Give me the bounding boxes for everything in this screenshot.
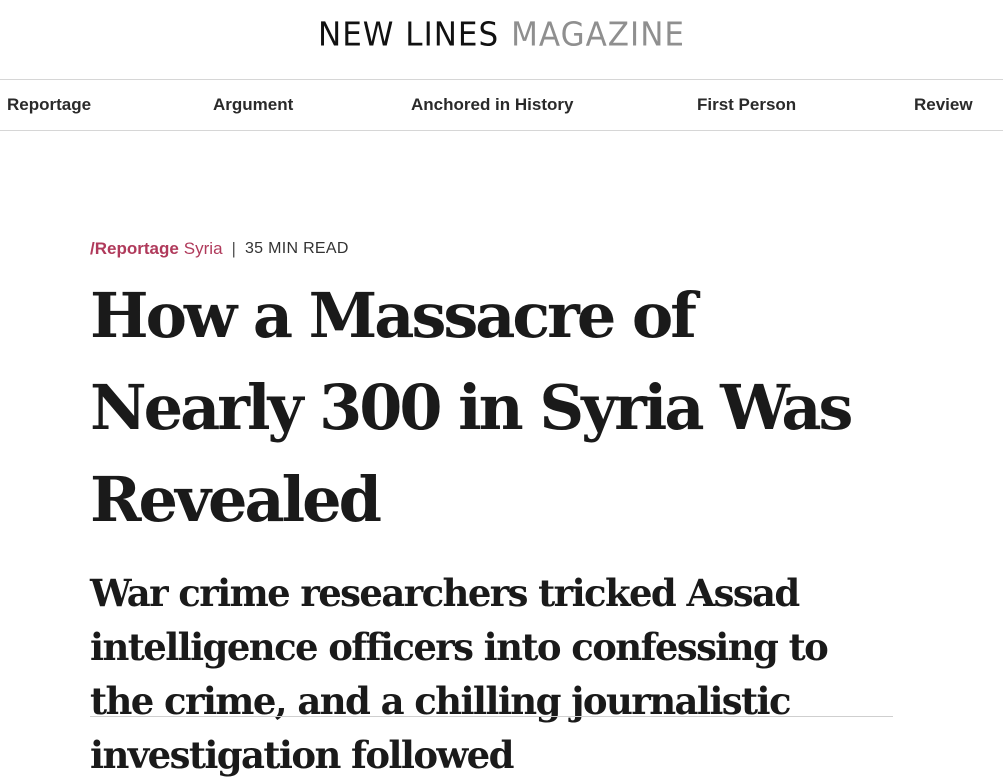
nav-item-first-person[interactable]: First Person [697,80,796,130]
divider [90,716,893,717]
topic-link[interactable]: Syria [184,239,223,259]
logo-wordmark-main: NEW LINES [318,15,500,54]
nav-item-review[interactable]: Review [914,80,973,130]
nav-item-anchored-in-history[interactable]: Anchored in History [411,80,573,130]
section-link[interactable]: /Reportage [90,239,179,259]
nav-item-reportage[interactable]: Reportage [7,80,91,130]
site-logo[interactable]: NEW LINES MAGAZINE [318,16,685,54]
article-dek: War crime researchers tricked Assad inte… [90,571,829,777]
read-time: 35 MIN READ [244,240,349,257]
article-headline: How a Massacre of Nearly 300 in Syria Wa… [90,279,853,536]
article-header: /Reportage Syria | 35 MIN READ How a Mas… [90,236,893,782]
nav-item-argument[interactable]: Argument [213,80,293,130]
article-meta: /Reportage Syria | 35 MIN READ [90,236,893,262]
meta-separator: | [231,239,236,258]
logo-wordmark-sub: MAGAZINE [511,15,685,54]
section-nav: Reportage Argument Anchored in History F… [0,80,1003,131]
masthead: NEW LINES MAGAZINE [0,0,1003,80]
